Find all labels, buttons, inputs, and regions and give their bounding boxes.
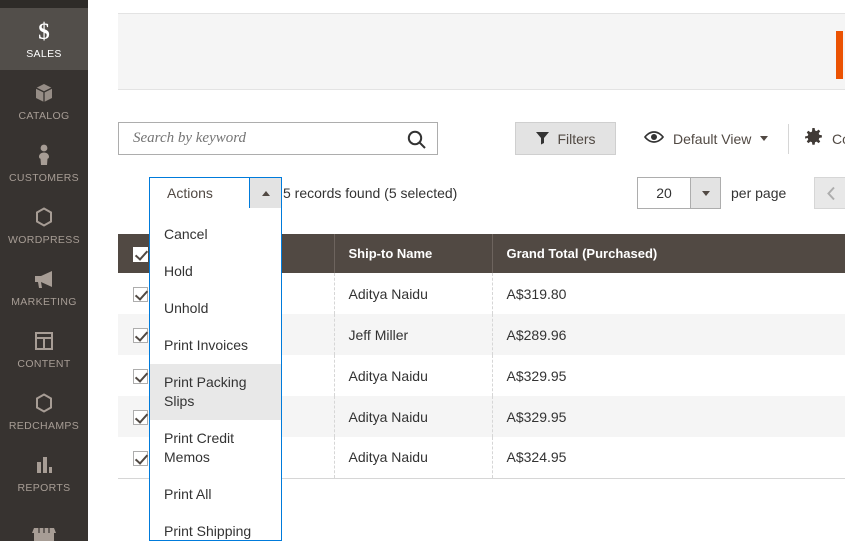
- actions-toggle[interactable]: [249, 178, 281, 208]
- row-checkbox[interactable]: [133, 368, 149, 384]
- search-box[interactable]: [118, 122, 438, 155]
- cell-extra: [712, 396, 845, 437]
- cell-grand-total: A$324.95: [492, 437, 712, 479]
- sidebar-item-label: CATALOG: [18, 109, 70, 122]
- sidebar-item-label: MARKETING: [11, 295, 77, 308]
- megaphone-icon: [31, 267, 57, 293]
- chevron-down-icon: [760, 136, 769, 141]
- cell-extra: [712, 437, 845, 479]
- dollar-icon: $: [33, 19, 55, 45]
- filters-label: Filters: [557, 130, 596, 147]
- cell-grand-total: A$329.95: [506, 367, 567, 384]
- per-page-select[interactable]: 20: [637, 177, 721, 209]
- caret-down-icon: [701, 190, 710, 196]
- svg-text:$: $: [38, 19, 50, 43]
- cell-ship-to-name: Aditya Naidu: [334, 437, 493, 479]
- cell-extra: [712, 355, 845, 396]
- previous-page-button[interactable]: [814, 177, 845, 209]
- menu-item-cancel[interactable]: Cancel: [150, 216, 281, 253]
- gear-icon: [804, 127, 823, 150]
- cell-grand-total: A$289.96: [492, 314, 712, 355]
- row-checkbox[interactable]: [133, 409, 149, 425]
- magnifier-icon[interactable]: [403, 127, 429, 151]
- accent-bar: [836, 31, 843, 79]
- sidebar-item-label: SALES: [26, 47, 62, 60]
- sidebar-top-strip: [0, 0, 88, 8]
- cell-ship-to-name: Aditya Naidu: [334, 396, 493, 437]
- chevron-left-icon: [826, 186, 835, 200]
- cell-extra: [712, 314, 845, 355]
- cell-extra: [712, 273, 845, 314]
- main-content: Filters Default View Co: [88, 0, 845, 541]
- bar-chart-icon: [32, 453, 56, 479]
- sidebar-item-sales[interactable]: $ SALES: [0, 8, 88, 70]
- page-header-panel: [118, 13, 845, 90]
- sidebar-item-label: CONTENT: [17, 357, 71, 370]
- hexagon-icon: [32, 391, 56, 417]
- cell-ship-to-name: Aditya Naidu: [334, 355, 493, 396]
- menu-item-print-packing-slips[interactable]: Print Packing Slips: [150, 364, 281, 420]
- filters-button[interactable]: Filters: [515, 122, 616, 155]
- sidebar-item-label: WORDPRESS: [8, 233, 80, 246]
- actions-button[interactable]: Actions: [149, 177, 282, 209]
- sidebar-item-stores[interactable]: [0, 504, 88, 541]
- cell-grand-total: A$329.95: [492, 396, 712, 437]
- columns-control[interactable]: Co: [804, 122, 845, 155]
- actions-button-label: Actions: [167, 185, 213, 201]
- layout-icon: [32, 329, 56, 355]
- cell-ship-to-name: Aditya Naidu: [334, 273, 493, 314]
- menu-item-hold[interactable]: Hold: [150, 253, 281, 290]
- menu-item-print-invoices[interactable]: Print Invoices: [150, 327, 281, 364]
- hexagon-icon: [32, 205, 56, 231]
- funnel-icon: [535, 130, 550, 148]
- sidebar-item-label: CUSTOMERS: [8, 171, 80, 184]
- sidebar-item-redchamps[interactable]: REDCHAMPS: [0, 380, 88, 442]
- menu-item-unhold[interactable]: Unhold: [150, 290, 281, 327]
- search-input[interactable]: [119, 123, 389, 154]
- row-checkbox[interactable]: [133, 327, 149, 343]
- column-header-extra[interactable]: [712, 234, 845, 273]
- sidebar-item-catalog[interactable]: CATALOG: [0, 70, 88, 132]
- view-label: Default View: [673, 130, 752, 147]
- sidebar-item-content[interactable]: CONTENT: [0, 318, 88, 380]
- eye-icon: [643, 130, 665, 147]
- per-page-value: 20: [656, 185, 672, 201]
- row-checkbox[interactable]: [133, 286, 149, 302]
- per-page-label: per page: [731, 185, 787, 201]
- columns-label: Co: [832, 130, 845, 147]
- per-page-toggle[interactable]: [690, 178, 720, 208]
- records-found-text: 5 records found (5 selected): [283, 185, 458, 201]
- sidebar-item-label: REDCHAMPS: [8, 419, 80, 432]
- sidebar-item-reports[interactable]: REPORTS: [0, 442, 88, 504]
- column-header-ship-to-name[interactable]: Ship-to Name: [334, 234, 493, 273]
- box-icon: [32, 81, 56, 107]
- column-header-grand-total[interactable]: Grand Total (Purchased): [492, 234, 712, 273]
- view-switcher[interactable]: Default View: [643, 122, 769, 155]
- sidebar-item-wordpress[interactable]: WORDPRESS: [0, 194, 88, 256]
- actions-dropdown-menu[interactable]: Cancel Hold Unhold Print Invoices Print …: [149, 208, 282, 541]
- cell-ship-to-name: Jeff Miller: [334, 314, 493, 355]
- person-icon: [34, 143, 54, 169]
- select-all-checkbox[interactable]: [133, 246, 149, 262]
- caret-up-icon: [261, 190, 270, 196]
- store-icon: [30, 521, 58, 541]
- menu-item-print-shipping[interactable]: Print Shipping: [150, 513, 281, 540]
- menu-item-print-credit-memos[interactable]: Print Credit Memos: [150, 420, 281, 476]
- row-checkbox[interactable]: [133, 450, 149, 466]
- toolbar-divider: [788, 124, 789, 154]
- sidebar-item-customers[interactable]: CUSTOMERS: [0, 132, 88, 194]
- sidebar-item-marketing[interactable]: MARKETING: [0, 256, 88, 318]
- sidebar: $ SALES CATALOG CUSTOMERS WORDPRESS MARK…: [0, 0, 88, 541]
- menu-item-print-all[interactable]: Print All: [150, 476, 281, 513]
- sidebar-item-label: REPORTS: [17, 481, 71, 494]
- cell-grand-total: A$319.80: [506, 285, 567, 302]
